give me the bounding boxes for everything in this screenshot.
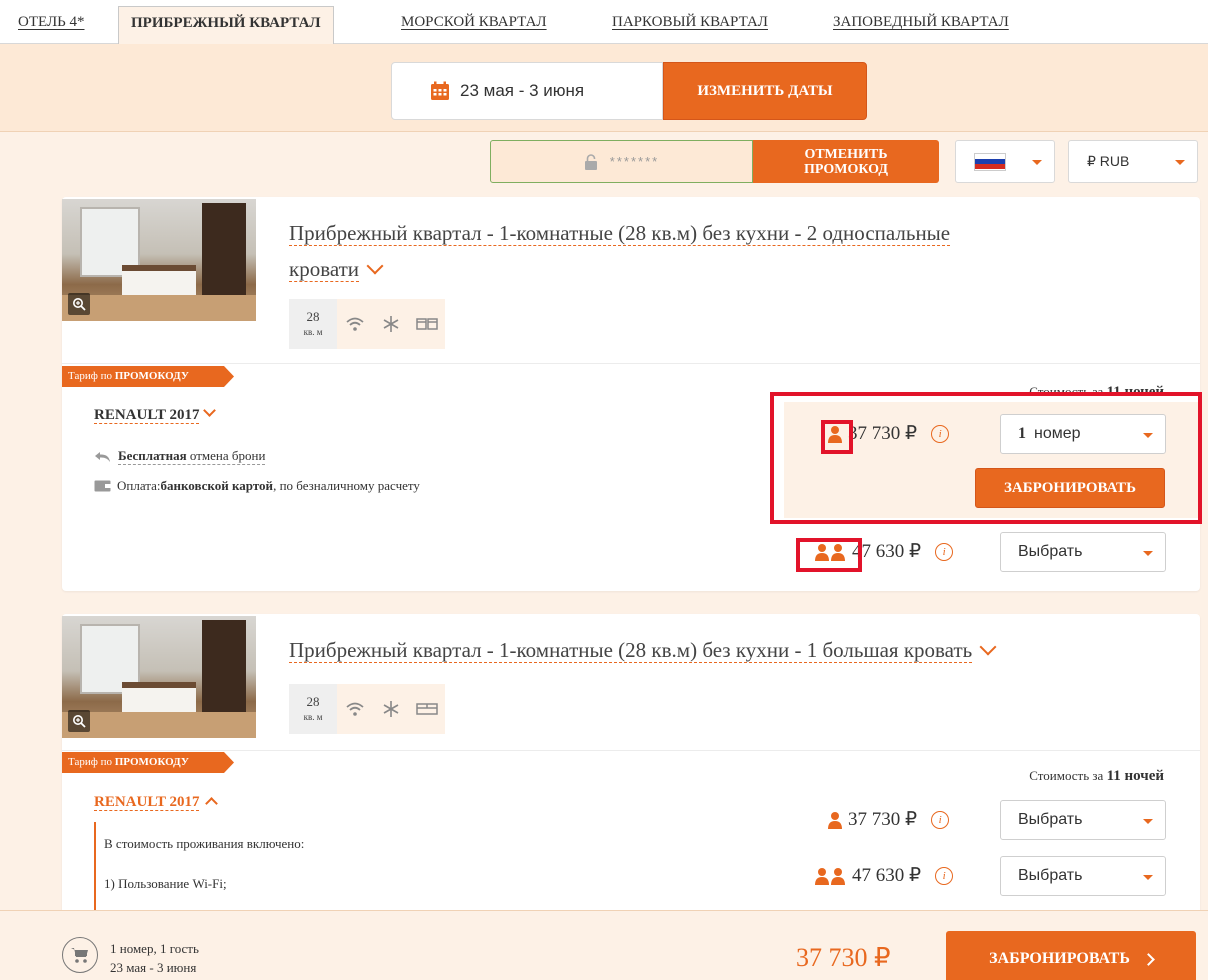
one-guest-icon [828, 811, 842, 829]
summary-rooms-guests: 1 номер, 1 гость [110, 941, 199, 956]
book-room-button[interactable]: ЗАБРОНИРОВАТЬ [975, 468, 1165, 508]
zoom-icon[interactable] [68, 710, 90, 732]
cancel-promo-button[interactable]: ОТМЕНИТЬ ПРОМОКОД [753, 140, 939, 183]
room-title-line1: Прибрежный квартал - 1-комнатные (28 кв.… [289, 221, 951, 246]
booking-summary-bar: 1 номер, 1 гость 23 мая - 3 июня 37 730 … [0, 910, 1208, 980]
room-area: 28 кв. м [289, 684, 337, 734]
chevron-up-icon [205, 797, 219, 810]
date-bar: 23 мая - 3 июня ИЗМЕНИТЬ ДАТЫ [0, 44, 1208, 132]
price-double: 47 630 ₽ i [814, 540, 954, 563]
snowflake-icon [373, 684, 409, 734]
free-cancel-note[interactable]: Бесплатная отмена брони [94, 448, 266, 465]
currency-label: ₽ RUB [1087, 153, 1130, 169]
twin-beds-icon [409, 299, 445, 349]
language-select[interactable] [955, 140, 1055, 183]
calendar-icon [431, 81, 449, 100]
info-icon[interactable]: i [931, 810, 950, 829]
payment-note: Оплата: банковской картой, по безналично… [94, 478, 420, 494]
chevron-down-icon [366, 257, 384, 275]
undo-arrow-icon [95, 451, 110, 462]
wallet-icon [94, 480, 111, 492]
cost-for-nights: Стоимость за 11 ночей [1029, 768, 1164, 784]
included-title: В стоимость проживания включено: [104, 836, 305, 851]
chevron-down-icon [1143, 819, 1153, 824]
room-photo[interactable] [62, 616, 256, 738]
room-photo[interactable] [62, 199, 256, 321]
tab-morskoy[interactable]: МОРСКОЙ КВАРТАЛ [401, 14, 547, 31]
snowflake-icon [373, 299, 409, 349]
zoom-icon[interactable] [68, 293, 90, 315]
promo-code-field[interactable]: ******* [490, 140, 753, 183]
info-icon[interactable]: i [935, 866, 954, 885]
included-list-border [94, 822, 104, 912]
change-dates-button[interactable]: ИЗМЕНИТЬ ДАТЫ [663, 62, 867, 120]
one-guest-icon [828, 425, 842, 443]
chevron-down-icon [1143, 551, 1153, 556]
price-double: 47 630 ₽ i [814, 864, 954, 887]
chevron-down-icon [1032, 160, 1042, 165]
room-select[interactable]: Выбрать [1000, 532, 1166, 572]
double-bed-icon [409, 684, 445, 734]
room-count-select[interactable]: 1 номер [1000, 414, 1166, 454]
summary-dates: 23 мая - 3 июня [110, 960, 197, 975]
amenities: 28 кв. м [289, 299, 445, 349]
chevron-down-icon [203, 404, 217, 417]
amenities: 28 кв. м [289, 684, 445, 734]
date-range-text: 23 мая - 3 июня [460, 81, 585, 100]
cancel-promo-label-2: ПРОМОКОД [804, 161, 888, 177]
cancel-promo-label-1: ОТМЕНИТЬ [804, 146, 888, 162]
info-icon[interactable]: i [935, 542, 954, 561]
chevron-down-icon [979, 638, 997, 656]
russia-flag-icon [974, 152, 1006, 171]
tariff-badge: Тариф по ПРОМОКОДУ [62, 752, 234, 773]
date-range-field[interactable]: 23 мая - 3 июня [391, 62, 663, 120]
cost-for-nights: Стоимость за 11 ночей [1029, 384, 1164, 400]
room-title-line2: кровати [289, 257, 360, 282]
tab-parkovy[interactable]: ПАРКОВЫЙ КВАРТАЛ [612, 14, 768, 31]
price-amount: 47 630 ₽ [852, 541, 922, 562]
price-single: 37 730 ₽ i [828, 422, 950, 445]
final-book-button[interactable]: ЗАБРОНИРОВАТЬ [946, 931, 1196, 980]
cart-icon[interactable] [62, 937, 98, 973]
room-title[interactable]: Прибрежный квартал - 1-комнатные (28 кв.… [289, 215, 1109, 287]
two-guests-icon [814, 867, 846, 885]
room-select[interactable]: Выбрать [1000, 856, 1166, 896]
final-book-label: ЗАБРОНИРОВАТЬ [989, 950, 1130, 967]
price-amount: 37 730 ₽ [848, 423, 918, 444]
room-title-line1: Прибрежный квартал - 1-комнатные (28 кв.… [289, 638, 973, 663]
tariff-badge: Тариф по ПРОМОКОДУ [62, 366, 234, 387]
chevron-down-icon [1143, 875, 1153, 880]
hotel-tabs: ОТЕЛЬ 4* ПРИБРЕЖНЫЙ КВАРТАЛ МОРСКОЙ КВАР… [0, 0, 1208, 44]
lock-icon [584, 153, 597, 170]
price-single: 37 730 ₽ i [828, 808, 950, 831]
tab-zapovedny[interactable]: ЗАПОВЕДНЫЙ КВАРТАЛ [833, 14, 1009, 31]
rate-name[interactable]: RENAULT 2017 [94, 794, 219, 811]
room-title[interactable]: Прибрежный квартал - 1-комнатные (28 кв.… [289, 632, 1149, 668]
tab-hotel-4[interactable]: ОТЕЛЬ 4* [18, 14, 85, 31]
room-area: 28 кв. м [289, 299, 337, 349]
tab-pribrezhny[interactable]: ПРИБРЕЖНЫЙ КВАРТАЛ [118, 6, 334, 44]
currency-select[interactable]: ₽ RUB [1068, 140, 1198, 183]
wifi-icon [337, 684, 373, 734]
chevron-down-icon [1143, 433, 1153, 438]
room-select[interactable]: Выбрать [1000, 800, 1166, 840]
price-amount: 47 630 ₽ [852, 865, 922, 886]
wifi-icon [337, 299, 373, 349]
booking-page: ОТЕЛЬ 4* ПРИБРЕЖНЫЙ КВАРТАЛ МОРСКОЙ КВАР… [0, 0, 1208, 980]
two-guests-icon [814, 543, 846, 561]
booking-summary: 1 номер, 1 гость 23 мая - 3 июня [110, 939, 199, 977]
price-amount: 37 730 ₽ [848, 809, 918, 830]
included-item: 1) Пользование Wi-Fi; [104, 876, 227, 891]
chevron-down-icon [1175, 160, 1185, 165]
promo-code-value: ******* [609, 154, 660, 169]
info-icon[interactable]: i [931, 424, 950, 443]
rate-name[interactable]: RENAULT 2017 [94, 404, 217, 424]
total-price: 37 730 ₽ [796, 943, 891, 972]
chevron-right-icon [1142, 952, 1155, 966]
